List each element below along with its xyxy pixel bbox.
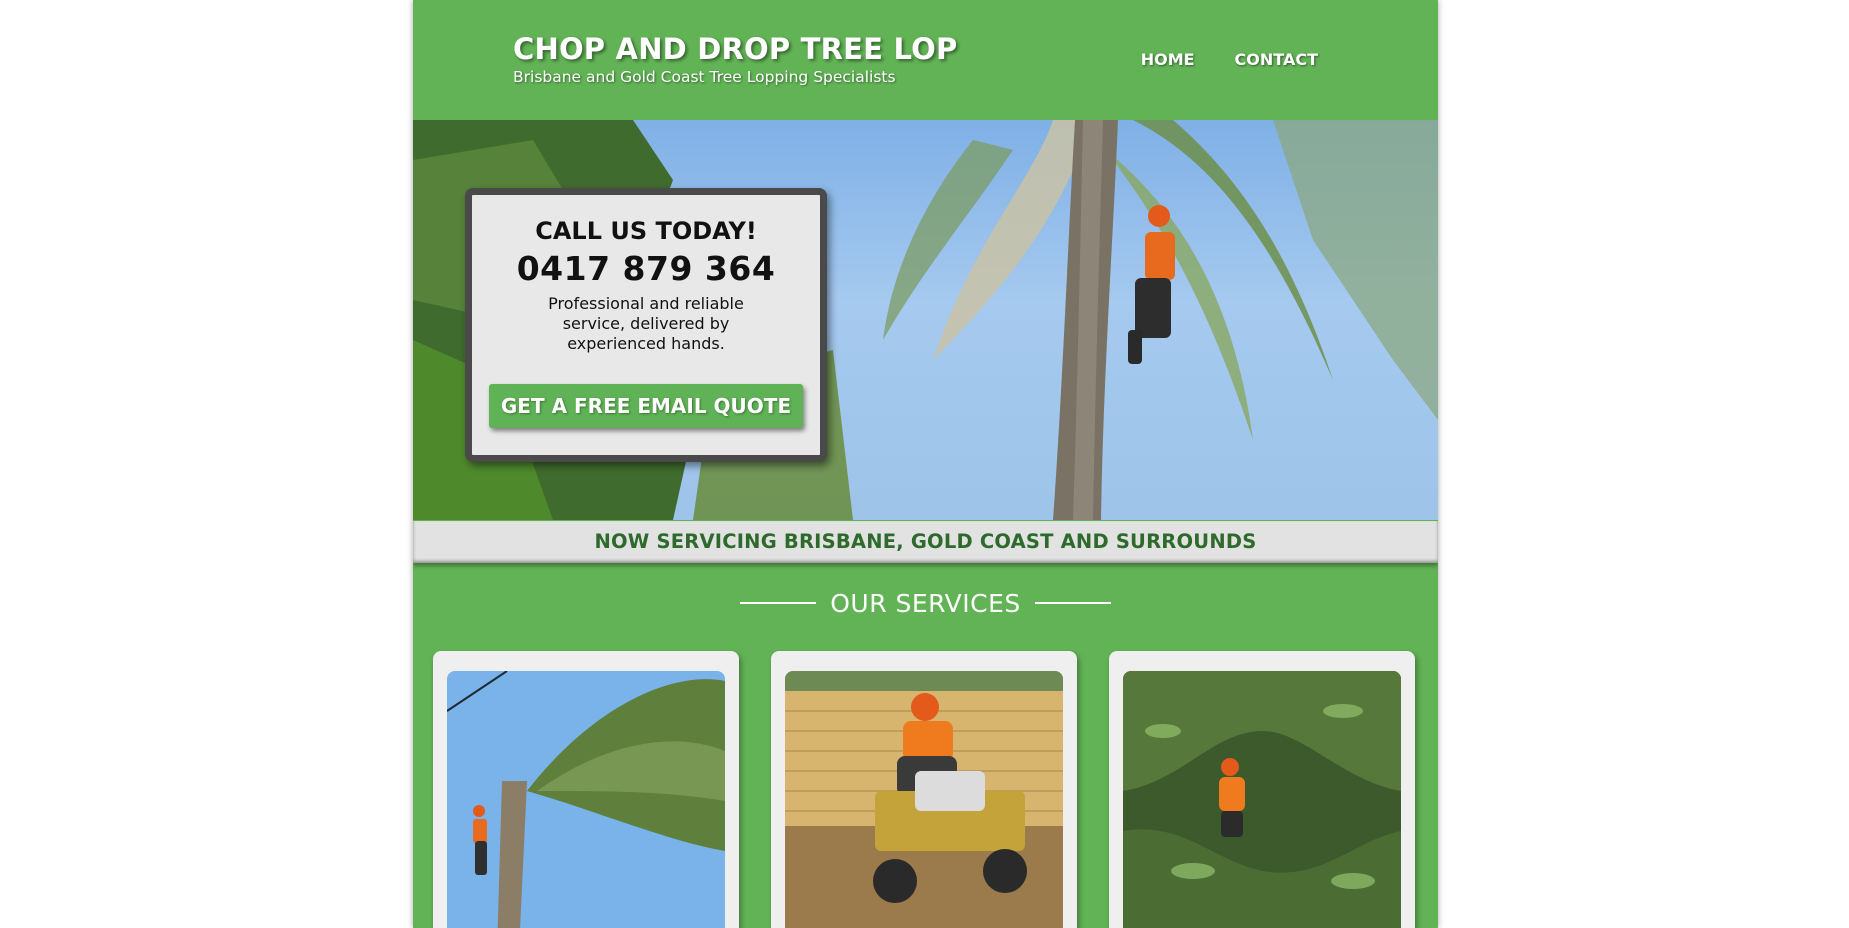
cta-heading: CALL US TODAY! — [535, 217, 757, 245]
palm-tree-climber-photo[interactable] — [447, 671, 725, 928]
main-nav: HOME CONTACT — [1141, 50, 1318, 69]
nav-contact-link[interactable]: CONTACT — [1235, 50, 1318, 69]
stump-grinder-photo[interactable] — [785, 671, 1063, 928]
service-card[interactable] — [771, 651, 1077, 928]
cta-description: Professional and reliable service, deliv… — [548, 294, 744, 353]
heading-divider-left — [740, 602, 817, 604]
phone-number[interactable]: 0417 879 364 — [472, 249, 820, 288]
services-title: OUR SERVICES — [830, 588, 1021, 618]
service-card[interactable] — [1109, 651, 1415, 928]
service-area-text: NOW SERVICING BRISBANE, GOLD COAST AND S… — [594, 530, 1257, 553]
heading-divider-right — [1034, 602, 1111, 604]
nav-home-link[interactable]: HOME — [1141, 50, 1195, 69]
service-area-banner: NOW SERVICING BRISBANE, GOLD COAST AND S… — [413, 521, 1438, 563]
call-to-action-card: CALL US TODAY! 0417 879 364 Professional… — [465, 188, 827, 462]
page-container: CHOP AND DROP TREE LOP Brisbane and Gold… — [413, 0, 1438, 928]
site-title[interactable]: CHOP AND DROP TREE LOP — [513, 32, 957, 66]
hero-section: CALL US TODAY! 0417 879 364 Professional… — [413, 120, 1438, 520]
site-tagline: Brisbane and Gold Coast Tree Lopping Spe… — [513, 68, 896, 86]
free-quote-button[interactable]: GET A FREE EMAIL QUOTE — [488, 384, 804, 428]
tree-pruning-photo[interactable] — [1123, 671, 1401, 928]
service-card[interactable] — [433, 651, 739, 928]
site-header: CHOP AND DROP TREE LOP Brisbane and Gold… — [413, 0, 1438, 120]
services-heading: OUR SERVICES — [413, 587, 1438, 619]
